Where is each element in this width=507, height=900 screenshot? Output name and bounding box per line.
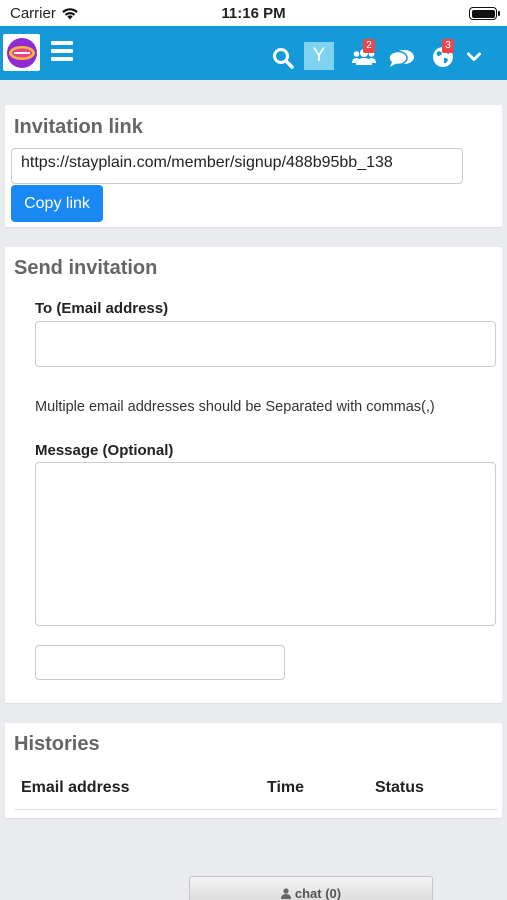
status-bar: Carrier 11:16 PM xyxy=(0,0,507,26)
histories-title: Histories xyxy=(14,733,100,755)
invitation-link-url: https://stayplain.com/member/signup/488b… xyxy=(21,154,393,171)
messages-icon[interactable] xyxy=(389,48,415,68)
extra-input[interactable] xyxy=(35,645,285,680)
email-to-input[interactable] xyxy=(35,321,496,367)
column-header-email: Email address xyxy=(21,779,130,796)
email-to-label: To (Email address) xyxy=(35,300,169,317)
invitation-link-input[interactable]: https://stayplain.com/member/signup/488b… xyxy=(11,148,463,184)
notifications-badge: 3 xyxy=(442,39,454,53)
message-label: Message (Optional) xyxy=(35,442,174,459)
invitation-link-card: Invitation link https://stayplain.com/me… xyxy=(5,105,502,227)
friend-requests-badge: 2 xyxy=(363,39,375,53)
send-invitation-title: Send invitation xyxy=(14,257,158,279)
email-separator-hint: Multiple email addresses should be Separ… xyxy=(35,399,435,415)
status-time: 11:16 PM xyxy=(221,5,286,22)
chevron-down-icon[interactable] xyxy=(467,52,481,62)
battery-icon xyxy=(469,7,500,20)
top-navbar: Y 2 3 xyxy=(0,26,507,80)
invitation-link-title: Invitation link xyxy=(14,116,143,138)
chat-bar[interactable]: chat (0) xyxy=(189,876,433,900)
app-logo[interactable] xyxy=(3,34,40,71)
histories-card: Histories Email address Time Status xyxy=(5,723,502,818)
chat-label: chat (0) xyxy=(294,886,342,900)
column-header-time: Time xyxy=(267,779,305,796)
menu-icon[interactable] xyxy=(51,41,73,61)
send-invitation-card: Send invitation To (Email address) Multi… xyxy=(5,247,502,703)
user-icon xyxy=(280,888,291,899)
search-icon[interactable] xyxy=(272,47,294,69)
message-textarea[interactable] xyxy=(35,462,496,626)
table-divider xyxy=(15,809,497,810)
logo-icon xyxy=(6,37,37,68)
copy-link-button[interactable]: Copy link xyxy=(11,185,103,222)
column-header-status: Status xyxy=(375,779,424,796)
user-avatar[interactable]: Y xyxy=(304,42,334,70)
